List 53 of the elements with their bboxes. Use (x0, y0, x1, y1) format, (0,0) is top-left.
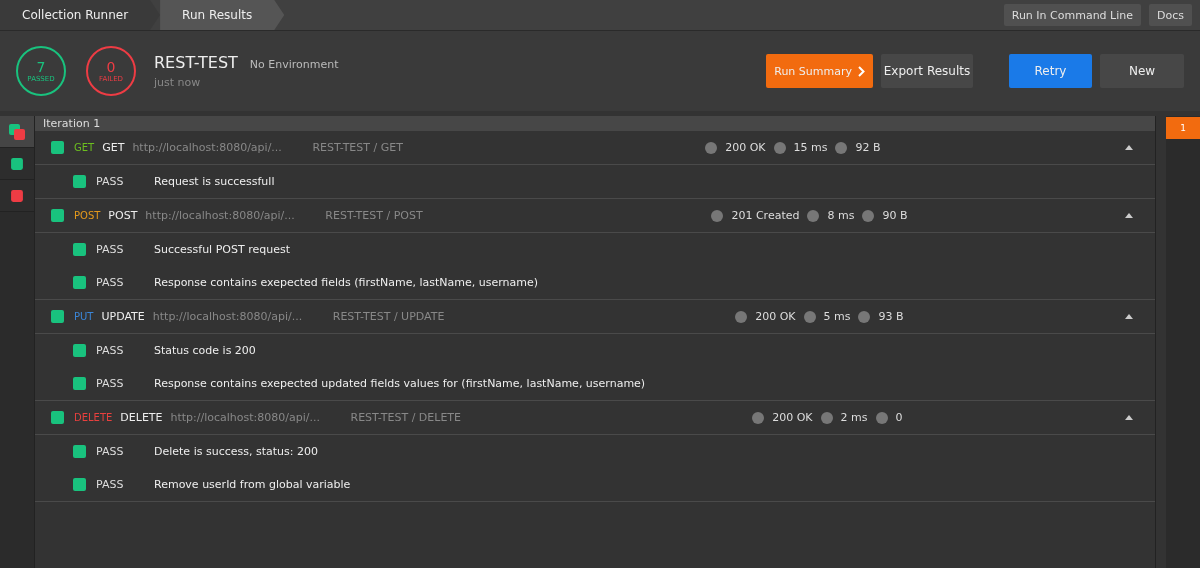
top-button[interactable]: Docs (1149, 4, 1192, 26)
test-result: PASS (96, 175, 125, 188)
test-result: PASS (96, 276, 125, 289)
request-url: http://localhost:8080/api/... (152, 310, 304, 323)
request-name: GET (102, 141, 125, 154)
request-path: REST-TEST / UPDATE (332, 310, 445, 323)
request-name: UPDATE (101, 310, 145, 323)
method-label: POST (74, 210, 101, 221)
breadcrumb[interactable]: Run Results (160, 0, 285, 30)
action-button[interactable]: Export Results (881, 54, 973, 88)
iteration-header: Iteration 1 (35, 116, 1155, 131)
status-code: 201 Created (731, 209, 800, 222)
request-name: DELETE (120, 411, 163, 424)
response-time: 8 ms (827, 209, 855, 222)
test-name: Response contains exepected updated fields values for (firstName, lastName, username) (154, 377, 646, 390)
test-result: PASS (96, 377, 125, 390)
status-code: 200 OK (725, 141, 766, 154)
request-url: http://localhost:8080/api/... (145, 209, 296, 222)
request-path: REST-TEST / DELETE (350, 411, 461, 424)
status-code: 200 OK (755, 310, 796, 323)
response-size: 92 B (855, 141, 881, 154)
test-name: Remove userId from global variable (154, 478, 351, 491)
action-button[interactable]: Retry (1009, 54, 1092, 88)
request-path: REST-TEST / GET (312, 141, 403, 154)
method-label: GET (74, 142, 95, 153)
status-code: 200 OK (772, 411, 813, 424)
collection-name: REST-TEST (154, 53, 238, 72)
test-result: PASS (96, 344, 125, 357)
response-time: 2 ms (840, 411, 868, 424)
request-url: http://localhost:8080/api/... (170, 411, 321, 424)
run-time: just now (154, 76, 202, 89)
action-button[interactable]: New (1100, 54, 1184, 88)
response-size: 93 B (878, 310, 904, 323)
request-name: POST (108, 209, 138, 222)
test-result: PASS (96, 478, 125, 491)
test-name: Request is successfull (154, 175, 275, 188)
test-result: PASS (96, 445, 125, 458)
response-time: 5 ms (823, 310, 851, 323)
environment-label: No Environment (249, 58, 339, 71)
test-name: Delete is success, status: 200 (154, 445, 318, 458)
response-time: 15 ms (793, 141, 828, 154)
test-result: PASS (96, 243, 125, 256)
top-button[interactable]: Run In Command Line (1003, 4, 1141, 26)
test-name: Successful POST request (154, 243, 290, 256)
method-label: DELETE (74, 412, 113, 423)
request-url: http://localhost:8080/api/... (132, 141, 283, 154)
breadcrumb[interactable]: Collection Runner (0, 0, 161, 30)
test-name: Status code is 200 (154, 344, 256, 357)
response-size: 0 (895, 411, 903, 424)
method-label: PUT (74, 311, 94, 322)
test-name: Response contains exepected fields (firstName, lastName, username) (154, 276, 539, 289)
request-path: REST-TEST / POST (325, 209, 423, 222)
response-size: 90 B (882, 209, 908, 222)
